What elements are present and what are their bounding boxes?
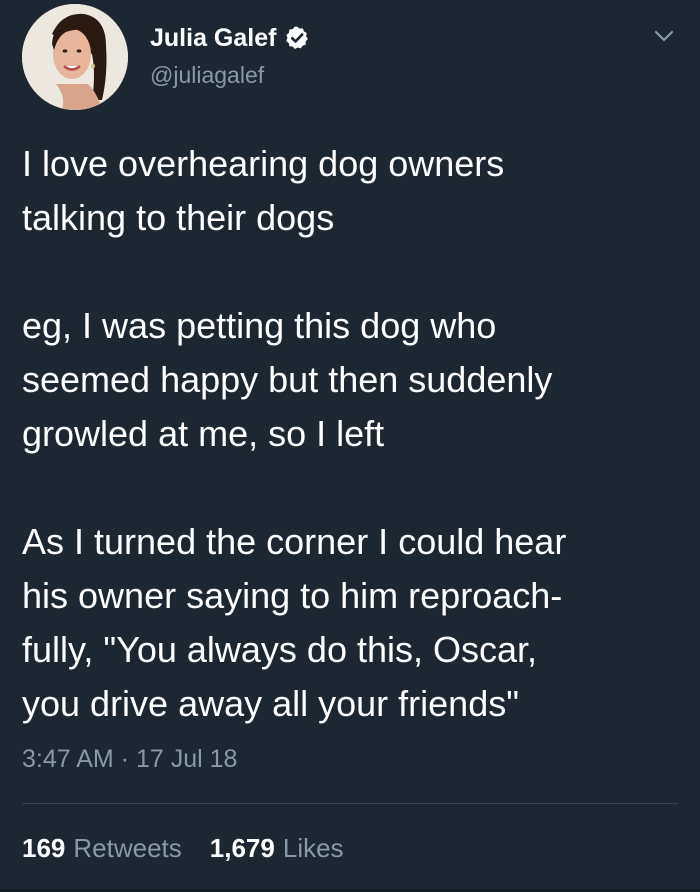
tweet-text: I love overhearing dog owners talking to… [22,137,682,731]
likes-label: Likes [282,833,344,863]
avatar-photo [22,4,128,110]
tweet-timestamp[interactable]: 3:47 AM · 17 Jul 18 [22,745,237,774]
retweets-label: Retweets [73,833,182,863]
display-name[interactable]: Julia Galef [150,24,276,53]
verified-badge-icon [284,25,310,51]
tweet-stats: 169 Retweets 1,679 Likes [22,833,344,864]
divider [22,803,678,804]
author-name-row[interactable]: Julia Galef [150,22,310,54]
tweet-paragraph: eg, I was petting this dog who seemed ha… [22,305,553,454]
retweets-stat[interactable]: 169 Retweets [22,833,182,864]
author-handle[interactable]: @juliagalef [150,62,264,89]
likes-stat[interactable]: 1,679 Likes [210,833,344,864]
likes-count: 1,679 [209,833,275,863]
retweets-count: 169 [22,833,66,863]
chevron-down-icon[interactable] [652,24,676,48]
tweet-paragraph: I love overhearing dog owners talking to… [22,143,505,238]
tweet-paragraph: As I turned the corner I could hear his … [22,521,567,724]
avatar[interactable] [22,4,128,110]
